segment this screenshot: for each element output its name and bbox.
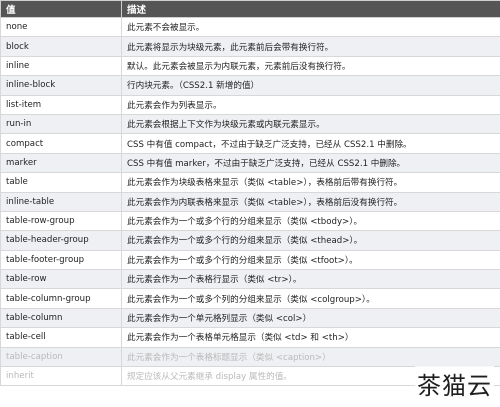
table-row: marker CSS 中有值 marker，不过由于缺乏广泛支持，已经从 CSS2… (0, 152, 500, 174)
table-row: table-footer-group 此元素会作为一个或多个行的分组来显示（类似 … (0, 249, 500, 271)
description-cell: 此元素会作为内联表格来显示（类似 <table>），表格前后没有换行符。 (121, 191, 500, 212)
header-value: 值 (0, 0, 122, 18)
table-body: none 此元素不会被显示。 block 此元素将显示为块级元素，此元素前后会带有换… (0, 16, 500, 387)
description-cell: 此元素不会被显示。 (121, 16, 500, 38)
display-values-table: 值 描述 none 此元素不会被显示。 block 此元素将显示为块级元素，此元素前… (0, 0, 500, 387)
description-cell: 此元素会作为一个表格行显示（类似 <tr>）。 (121, 269, 500, 290)
value-cell: table-row (0, 269, 122, 290)
description-cell: 此元素会作为一个或多个行的分组来显示（类似 <thead>）。 (121, 230, 500, 251)
value-cell: table-header-group (0, 230, 122, 251)
table-row: list-item 此元素会作为列表显示。 (0, 94, 500, 115)
value-cell: table-column-group (0, 288, 122, 309)
header-description: 描述 (121, 0, 500, 18)
value-cell: inherit (0, 366, 122, 387)
value-cell: table-footer-group (0, 249, 122, 271)
value-cell: inline (0, 55, 122, 77)
description-cell: 此元素会作为一个或多个行的分组来显示（类似 <tbody>）。 (121, 210, 500, 232)
value-cell: inline-block (0, 75, 122, 96)
table-row: table-column-group 此元素会作为一个或多个列的分组来显示（类似 … (0, 288, 500, 309)
description-cell: 此元素会作为一个单元格列显示（类似 <col>） (121, 307, 500, 329)
value-cell: table-row-group (0, 210, 122, 232)
value-cell: table-cell (0, 327, 122, 348)
description-cell: CSS 中有值 compact，不过由于缺乏广泛支持，已经从 CSS2.1 中删… (121, 133, 500, 154)
table-row: table-row-group 此元素会作为一个或多个行的分组来显示（类似 <tb… (0, 210, 500, 232)
value-cell: marker (0, 152, 122, 174)
table-row: inline-block 行内块元素。（CSS2.1 新增的值） (0, 75, 500, 96)
value-cell: compact (0, 133, 122, 154)
table-row: table-header-group 此元素会作为一个或多个行的分组来显示（类似 … (0, 230, 500, 251)
table-row: table 此元素会作为块级表格来显示（类似 <table>），表格前后带有换行符… (0, 172, 500, 193)
table-row: run-in 此元素会根据上下文作为块级元素或内联元素显示。 (0, 113, 500, 135)
description-cell: 此元素会根据上下文作为块级元素或内联元素显示。 (121, 113, 500, 135)
value-cell: table-caption (0, 346, 122, 368)
description-cell: 此元素会作为一个表格单元格显示（类似 <td> 和 <th>） (121, 327, 500, 348)
value-cell: inline-table (0, 191, 122, 212)
table-row: table-column 此元素会作为一个单元格列显示（类似 <col>） (0, 307, 500, 329)
description-cell: 此元素会作为列表显示。 (121, 94, 500, 115)
value-cell: table-column (0, 307, 122, 329)
description-cell: 行内块元素。（CSS2.1 新增的值） (121, 75, 500, 96)
description-cell: 此元素将显示为块级元素，此元素前后会带有换行符。 (121, 36, 500, 57)
description-cell: 此元素会作为一个表格标题显示（类似 <caption>） (121, 346, 500, 368)
table-row: compact CSS 中有值 compact，不过由于缺乏广泛支持，已经从 CS… (0, 133, 500, 154)
table-row: table-row 此元素会作为一个表格行显示（类似 <tr>）。 (0, 269, 500, 290)
description-cell: 此元素会作为一个或多个行的分组来显示（类似 <tfoot>）。 (121, 249, 500, 271)
value-cell: none (0, 16, 122, 38)
table-row: block 此元素将显示为块级元素，此元素前后会带有换行符。 (0, 36, 500, 57)
description-cell: 此元素会作为块级表格来显示（类似 <table>），表格前后带有换行符。 (121, 172, 500, 193)
table-row: table-cell 此元素会作为一个表格单元格显示（类似 <td> 和 <th>… (0, 327, 500, 348)
watermark-logo: 茶猫云 (415, 366, 494, 401)
value-cell: table (0, 172, 122, 193)
table-row: inline 默认。此元素会被显示为内联元素，元素前后没有换行符。 (0, 55, 500, 77)
table-row: none 此元素不会被显示。 (0, 16, 500, 38)
value-cell: run-in (0, 113, 122, 135)
table-header-row: 值 描述 (0, 0, 500, 18)
table-row: inline-table 此元素会作为内联表格来显示（类似 <table>），表格… (0, 191, 500, 212)
value-cell: list-item (0, 94, 122, 115)
description-cell: CSS 中有值 marker，不过由于缺乏广泛支持，已经从 CSS2.1 中删除… (121, 152, 500, 174)
table-row: table-caption 此元素会作为一个表格标题显示（类似 <caption>… (0, 346, 500, 368)
value-cell: block (0, 36, 122, 57)
description-cell: 默认。此元素会被显示为内联元素，元素前后没有换行符。 (121, 55, 500, 77)
description-cell: 此元素会作为一个或多个列的分组来显示（类似 <colgroup>）。 (121, 288, 500, 309)
